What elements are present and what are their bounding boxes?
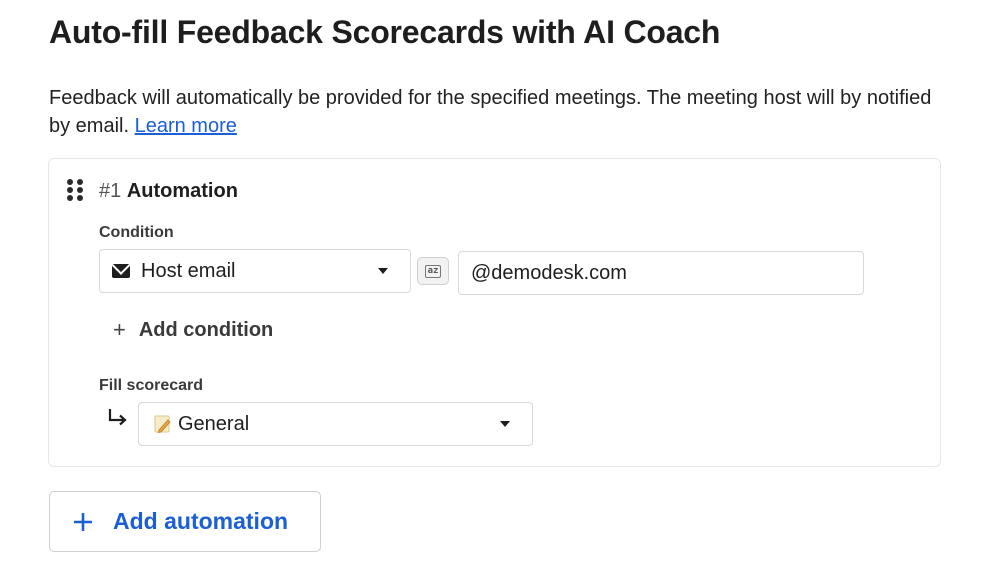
add-automation-label: Add automation <box>113 508 289 534</box>
scorecard-value: General <box>178 412 250 435</box>
condition-value-input[interactable] <box>458 251 864 295</box>
learn-more-link[interactable]: Learn more <box>135 115 237 137</box>
regex-toggle-icon: az <box>424 264 442 278</box>
fill-scorecard-label: Fill scorecard <box>99 377 204 394</box>
condition-field-select[interactable]: Host email <box>99 249 411 293</box>
automation-card: #1 Automation Condition Host email az + … <box>48 158 941 467</box>
add-condition-label: Add condition <box>138 318 274 341</box>
page-title: Auto-fill Feedback Scorecards with AI Co… <box>49 14 721 50</box>
automation-number: #1 <box>99 180 122 202</box>
add-automation-button[interactable]: Add automation <box>49 491 321 552</box>
condition-label: Condition <box>99 224 174 241</box>
return-arrow-icon <box>108 409 127 426</box>
plus-icon: + <box>113 317 126 342</box>
automation-header: #1 Automation <box>99 179 238 203</box>
plus-icon <box>74 512 92 531</box>
add-condition-button[interactable]: + Add condition <box>113 315 273 345</box>
caret-down-icon <box>378 268 388 274</box>
drag-handle-icon[interactable] <box>67 179 83 203</box>
scorecard-select[interactable]: General <box>138 402 533 446</box>
mail-icon <box>112 264 130 278</box>
caret-down-icon <box>500 421 510 427</box>
match-mode-toggle[interactable]: az <box>417 257 449 285</box>
condition-field-value: Host email <box>141 259 236 282</box>
page-description: Feedback will automatically be provided … <box>49 84 939 140</box>
pencil-note-icon <box>154 415 171 434</box>
automation-name: Automation <box>126 180 238 202</box>
